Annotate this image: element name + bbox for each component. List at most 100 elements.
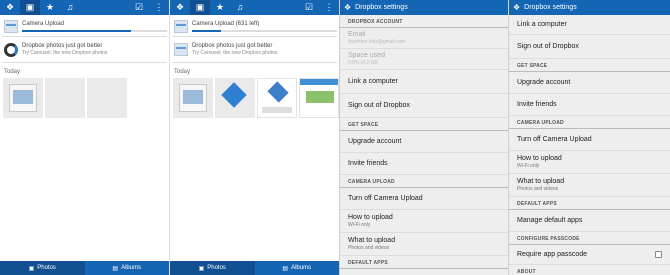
- dropbox-icon[interactable]: ❖: [344, 3, 351, 12]
- section-camera-upload: CAMERA UPLOAD: [340, 175, 508, 188]
- edit-icon[interactable]: ☑: [299, 0, 319, 15]
- photo-thumbnail[interactable]: [173, 78, 213, 118]
- overflow-icon[interactable]: ⋮: [149, 0, 169, 15]
- space-used-label: Space used: [348, 52, 385, 59]
- camera-upload-title: Camera Upload (631 left): [192, 21, 260, 27]
- carousel-subtitle: Try Carousel, the new Dropbox photos: [192, 50, 278, 56]
- require-passcode-item[interactable]: Require app passcode: [509, 245, 670, 265]
- tab-albums[interactable]: ▤ Albums: [254, 261, 339, 275]
- manage-default-apps-label: Manage default apps: [517, 217, 583, 224]
- photo-thumbnail[interactable]: [299, 78, 339, 118]
- dropbox-icon[interactable]: ❖: [0, 0, 20, 15]
- section-get-space: GET SPACE: [340, 118, 508, 131]
- invite-friends-item[interactable]: Invite friends: [509, 94, 670, 116]
- settings-title: Dropbox settings: [524, 4, 577, 11]
- star-icon[interactable]: ★: [210, 0, 230, 15]
- what-to-upload-item[interactable]: What to upload Photos and videos: [340, 233, 508, 256]
- section-configure-passcode: CONFIGURE PASSCODE: [509, 232, 670, 245]
- carousel-title: Dropbox photos just got better: [22, 43, 103, 49]
- manage-default-apps-item[interactable]: Manage default apps: [509, 210, 670, 232]
- photos-icon[interactable]: ▣: [20, 0, 40, 15]
- albums-icon: ▤: [112, 265, 119, 272]
- photo-grid: [3, 78, 169, 118]
- require-passcode-checkbox[interactable]: [655, 251, 662, 258]
- top-action-bar: ❖ ▣ ★ ♫ ☑ ⋮: [170, 0, 339, 15]
- dropbox-icon[interactable]: ❖: [513, 3, 520, 12]
- carousel-promo-card[interactable]: Dropbox photos just got better Try Carou…: [2, 37, 167, 63]
- camera-upload-title: Camera Upload: [22, 21, 65, 27]
- bottom-tab-bar: ▣ Photos ▤ Albums: [0, 261, 169, 275]
- star-icon[interactable]: ★: [40, 0, 60, 15]
- photo-thumbnail[interactable]: [3, 78, 43, 118]
- section-get-space: GET SPACE: [509, 59, 670, 72]
- tab-albums-label: Albums: [291, 265, 312, 271]
- link-computer-label: Link a computer: [517, 21, 567, 28]
- tab-photos[interactable]: ▣ Photos: [0, 261, 85, 275]
- section-default-apps: DEFAULT APPS: [340, 256, 508, 269]
- bell-icon[interactable]: ♫: [60, 0, 80, 15]
- upgrade-account-label: Upgrade account: [517, 79, 571, 86]
- photos-icon[interactable]: ▣: [190, 0, 210, 15]
- bell-icon[interactable]: ♫: [230, 0, 250, 15]
- settings-title: Dropbox settings: [355, 4, 408, 11]
- link-computer-item[interactable]: Link a computer: [509, 15, 670, 35]
- invite-friends-label: Invite friends: [348, 160, 388, 167]
- photo-thumbnail[interactable]: [257, 78, 297, 118]
- upgrade-account-item[interactable]: Upgrade account: [509, 72, 670, 94]
- how-to-upload-value: Wi-Fi only: [348, 222, 371, 228]
- photo-thumbnail[interactable]: [87, 78, 127, 118]
- dropbox-icon[interactable]: ❖: [170, 0, 190, 15]
- albums-icon: ▤: [282, 265, 289, 272]
- upload-thumbnail: [4, 20, 18, 33]
- overflow-icon[interactable]: ⋮: [319, 0, 339, 15]
- how-to-upload-item[interactable]: How to upload Wi-Fi only: [340, 210, 508, 233]
- upload-thumbnail: [174, 20, 188, 33]
- email-row: Email thanhhm.bkis@gmail.com: [340, 28, 508, 49]
- settings-screen-1: ❖ Dropbox settings DROPBOX ACCOUNT Email…: [340, 0, 509, 275]
- photo-thumbnail[interactable]: [215, 78, 255, 118]
- photos-icon: ▣: [28, 265, 35, 272]
- sign-out-label: Sign out of Dropbox: [517, 43, 579, 50]
- turn-off-camera-upload-label: Turn off Camera Upload: [517, 136, 592, 143]
- what-to-upload-value: Photos and videos: [348, 245, 390, 251]
- camera-upload-card[interactable]: Camera Upload (631 left): [172, 17, 337, 37]
- section-dropbox-account: DROPBOX ACCOUNT: [340, 15, 508, 28]
- how-to-upload-value: Wi-Fi only: [517, 163, 540, 169]
- space-used-row: Space used 0.0% of 2 GB: [340, 49, 508, 70]
- section-about: ABOUT: [509, 265, 670, 275]
- top-action-bar: ❖ ▣ ★ ♫ ☑ ⋮: [0, 0, 169, 15]
- upload-progress-bar: [192, 30, 337, 32]
- camera-upload-card[interactable]: Camera Upload: [2, 17, 167, 37]
- tab-photos[interactable]: ▣ Photos: [170, 261, 255, 275]
- how-to-upload-item[interactable]: How to upload Wi-Fi only: [509, 151, 670, 174]
- carousel-promo-card[interactable]: Dropbox photos just got better Try Carou…: [172, 37, 337, 63]
- turn-off-camera-upload-item[interactable]: Turn off Camera Upload: [340, 188, 508, 210]
- settings-header: ❖ Dropbox settings: [340, 0, 508, 15]
- what-to-upload-item[interactable]: What to upload Photos and videos: [509, 174, 670, 197]
- upload-progress-bar: [22, 30, 167, 32]
- what-to-upload-label: What to upload: [348, 237, 396, 244]
- tab-photos-label: Photos: [207, 265, 226, 271]
- tab-albums[interactable]: ▤ Albums: [84, 261, 169, 275]
- invite-friends-label: Invite friends: [517, 101, 557, 108]
- sign-out-label: Sign out of Dropbox: [348, 102, 410, 109]
- section-today: Today: [174, 69, 191, 75]
- upgrade-account-label: Upgrade account: [348, 138, 402, 145]
- turn-off-camera-upload-item[interactable]: Turn off Camera Upload: [509, 129, 670, 151]
- space-used-value: 0.0% of 2 GB: [348, 60, 378, 66]
- link-computer-item[interactable]: Link a computer: [340, 70, 508, 94]
- bottom-tab-bar: ▣ Photos ▤ Albums: [170, 261, 339, 275]
- sign-out-item[interactable]: Sign out of Dropbox: [340, 94, 508, 118]
- section-today: Today: [4, 69, 21, 75]
- tab-photos-label: Photos: [37, 265, 56, 271]
- photo-thumbnail[interactable]: [45, 78, 85, 118]
- tab-albums-label: Albums: [121, 265, 142, 271]
- sign-out-item[interactable]: Sign out of Dropbox: [509, 35, 670, 59]
- what-to-upload-label: What to upload: [517, 178, 565, 185]
- invite-friends-item[interactable]: Invite friends: [340, 153, 508, 175]
- carousel-title: Dropbox photos just got better: [192, 43, 273, 49]
- upgrade-account-item[interactable]: Upgrade account: [340, 131, 508, 153]
- settings-screen-2: ❖ Dropbox settings Link a computer Sign …: [509, 0, 670, 275]
- what-to-upload-value: Photos and videos: [517, 186, 559, 192]
- edit-icon[interactable]: ☑: [129, 0, 149, 15]
